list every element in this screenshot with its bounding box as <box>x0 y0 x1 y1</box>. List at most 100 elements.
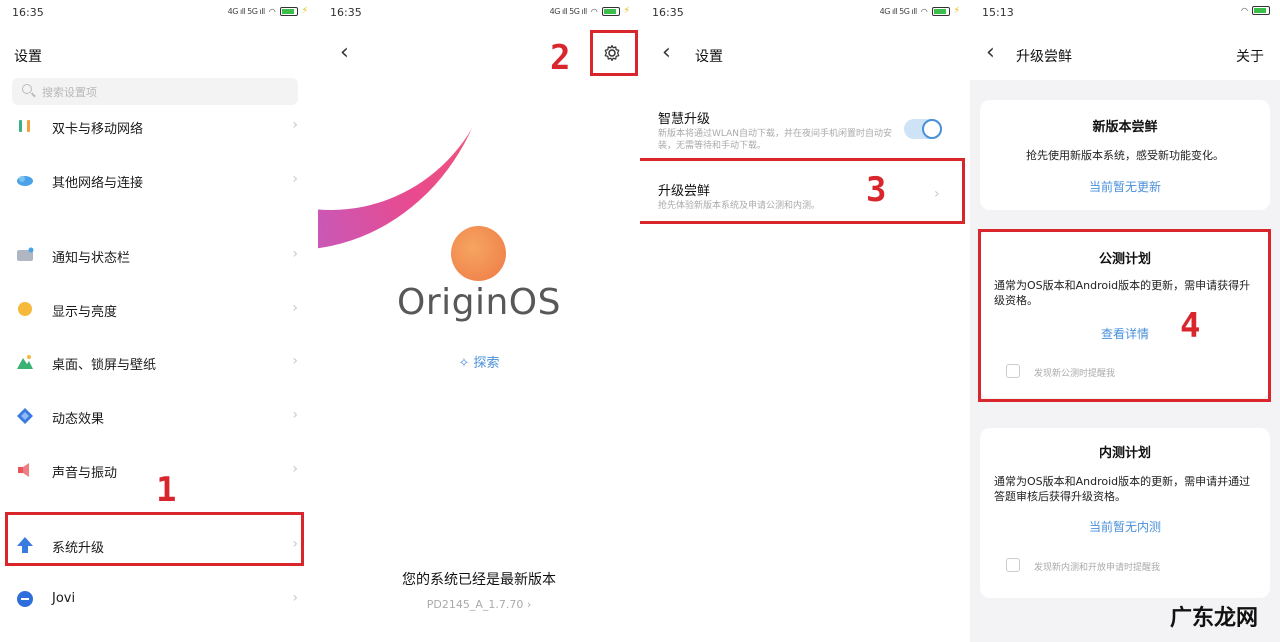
jovi-icon <box>17 591 33 607</box>
settings-item-notification[interactable]: 通知与状态栏 › <box>0 235 318 275</box>
settings-item-label: 动态效果 <box>52 412 105 427</box>
animation-icon <box>17 408 33 424</box>
highlight-box-3 <box>640 158 965 224</box>
settings-item-dual-sim[interactable]: 双卡与移动网络 › <box>0 106 318 146</box>
wifi-icon: ◠ <box>920 6 928 16</box>
version-label: PD2145_A_1.7.70 <box>426 598 524 611</box>
chevron-right-icon: › <box>292 590 298 606</box>
card-title: 内测计划 <box>1098 446 1151 461</box>
wallpaper-icon <box>17 355 33 369</box>
battery-icon <box>931 6 950 16</box>
chevron-right-icon: › <box>292 246 298 262</box>
status-time: 16:35 <box>652 6 684 19</box>
explore-link[interactable]: ✧ 探索 <box>318 352 640 371</box>
chevron-right-icon: › <box>292 300 298 316</box>
back-button[interactable]: ‹ <box>986 40 995 65</box>
status-icons: 4G ıll 5G ıll ◠ ⚡ <box>227 6 308 16</box>
page-title: 设置 <box>695 49 723 65</box>
notification-icon <box>17 247 34 261</box>
battery-icon <box>1252 6 1270 15</box>
settings-item-label: 显示与亮度 <box>52 305 118 320</box>
chevron-right-icon: › <box>292 353 298 369</box>
network-icon <box>17 176 33 186</box>
chevron-right-icon: › <box>292 461 298 477</box>
settings-item-label: 声音与振动 <box>52 466 118 481</box>
card-desc: 抢先使用新版本系统，感受新功能变化。 <box>1026 149 1224 162</box>
settings-item-label: 通知与状态栏 <box>52 251 131 266</box>
chevron-right-icon: › <box>292 407 298 423</box>
settings-item-wallpaper[interactable]: 桌面、锁屏与壁纸 › <box>0 342 318 382</box>
status-time: 16:35 <box>12 6 44 19</box>
search-input[interactable]: 搜索设置项 <box>12 78 298 105</box>
status-bar: 16:35 4G ıll 5G ıll ◠ ⚡ <box>318 0 640 26</box>
highlight-box-2 <box>590 30 638 76</box>
smart-upgrade-toggle[interactable] <box>904 119 942 139</box>
internal-beta-card: 内测计划 通常为OS版本和Android版本的更新，需申请并通过答题审核后获得升… <box>980 428 1270 598</box>
settings-item-animation[interactable]: 动态效果 › <box>0 396 318 436</box>
settings-item-jovi[interactable]: Jovi › <box>0 579 318 619</box>
upgrade-settings-panel: 16:35 4G ıll 5G ıll ◠ ⚡ ‹ 设置 智慧升级 新版本将通过WL… <box>640 0 970 642</box>
chevron-right-icon: › <box>292 117 298 133</box>
sparkle-icon: ✧ <box>458 356 474 371</box>
internal-beta-reminder-checkbox[interactable] <box>1006 558 1020 572</box>
decorative-arc-mask <box>318 0 496 210</box>
wifi-icon: ◠ <box>1241 6 1248 15</box>
settings-item-label: 双卡与移动网络 <box>52 122 144 137</box>
origin-orb-logo <box>451 226 506 281</box>
sound-icon <box>18 463 29 477</box>
checkbox-label: 发现新内测和开放申请时提醒我 <box>1034 563 1161 573</box>
step-annotation-4: 4 <box>1180 306 1201 346</box>
originos-logo: OriginOS <box>397 282 561 323</box>
settings-item-display[interactable]: 显示与亮度 › <box>0 289 318 329</box>
wifi-icon: ◠ <box>268 6 276 16</box>
battery-icon <box>279 6 298 16</box>
search-placeholder: 搜索设置项 <box>42 86 97 99</box>
no-update-link[interactable]: 当前暂无更新 <box>980 178 1270 195</box>
beta-programs-panel: 15:13 ◠ ‹ 升级尝鲜 关于 新版本尝鲜 抢先使用新版本系统，感受新功能变… <box>970 0 1280 642</box>
charging-icon: ⚡ <box>623 6 630 16</box>
chevron-right-icon: › <box>523 598 532 611</box>
system-upgrade-panel: 16:35 4G ıll 5G ıll ◠ ⚡ ‹ 2 OriginOS ✧ 探索 … <box>318 0 640 642</box>
battery-icon <box>601 6 620 16</box>
about-link[interactable]: 关于 <box>1236 46 1264 66</box>
status-icons: 4G ıll 5G ıll ◠ ⚡ <box>549 6 630 16</box>
highlight-box-4 <box>978 229 1271 402</box>
toggle-knob <box>922 119 942 139</box>
smart-upgrade-title: 智慧升级 <box>658 112 711 127</box>
watermark: 广东龙网 <box>1169 606 1258 631</box>
no-internal-beta-link[interactable]: 当前暂无内测 <box>980 518 1270 535</box>
page-title: 设置 <box>14 49 42 65</box>
settings-item-label: 其他网络与连接 <box>52 176 144 191</box>
settings-item-label: Jovi <box>52 591 76 606</box>
search-icon <box>22 84 32 94</box>
wifi-icon: ◠ <box>590 6 598 16</box>
card-title: 新版本尝鲜 <box>1092 120 1158 135</box>
highlight-box-1 <box>5 512 304 566</box>
status-time: 16:35 <box>330 6 362 19</box>
charging-icon: ⚡ <box>953 6 960 16</box>
status-icons: ◠ <box>1241 6 1270 15</box>
explore-label: 探索 <box>473 356 500 371</box>
status-bar: 16:35 4G ıll 5G ıll ◠ ⚡ <box>0 0 318 26</box>
status-icons: 4G ıll 5G ıll ◠ ⚡ <box>879 6 960 16</box>
version-link[interactable]: PD2145_A_1.7.70 › <box>318 598 640 611</box>
chevron-right-icon: › <box>292 171 298 187</box>
update-status: 您的系统已经是最新版本 <box>402 572 556 588</box>
step-annotation-3: 3 <box>866 170 887 210</box>
status-bar: 16:35 4G ıll 5G ıll ◠ ⚡ <box>640 0 970 26</box>
back-button[interactable]: ‹ <box>340 40 349 65</box>
step-annotation-1: 1 <box>156 470 177 510</box>
brightness-icon <box>18 302 32 316</box>
card-desc: 通常为OS版本和Android版本的更新，需申请并通过答题审核后获得升级资格。 <box>994 475 1251 503</box>
settings-item-network[interactable]: 其他网络与连接 › <box>0 160 318 200</box>
step-annotation-2: 2 <box>550 38 571 78</box>
page-title: 升级尝鲜 <box>1016 49 1072 65</box>
status-bar: 15:13 ◠ <box>970 0 1280 26</box>
settings-item-label: 桌面、锁屏与壁纸 <box>52 358 157 373</box>
back-button[interactable]: ‹ <box>662 40 671 65</box>
status-time: 15:13 <box>982 6 1014 19</box>
charging-icon: ⚡ <box>301 6 308 16</box>
sim-icon <box>19 120 30 132</box>
smart-upgrade-desc: 新版本将通过WLAN自动下载，并在夜间手机闲置时自动安装，无需等待和手动下载。 <box>658 129 893 151</box>
settings-panel: 16:35 4G ıll 5G ıll ◠ ⚡ 设置 搜索设置项 双卡与移动网络 ›… <box>0 0 318 642</box>
